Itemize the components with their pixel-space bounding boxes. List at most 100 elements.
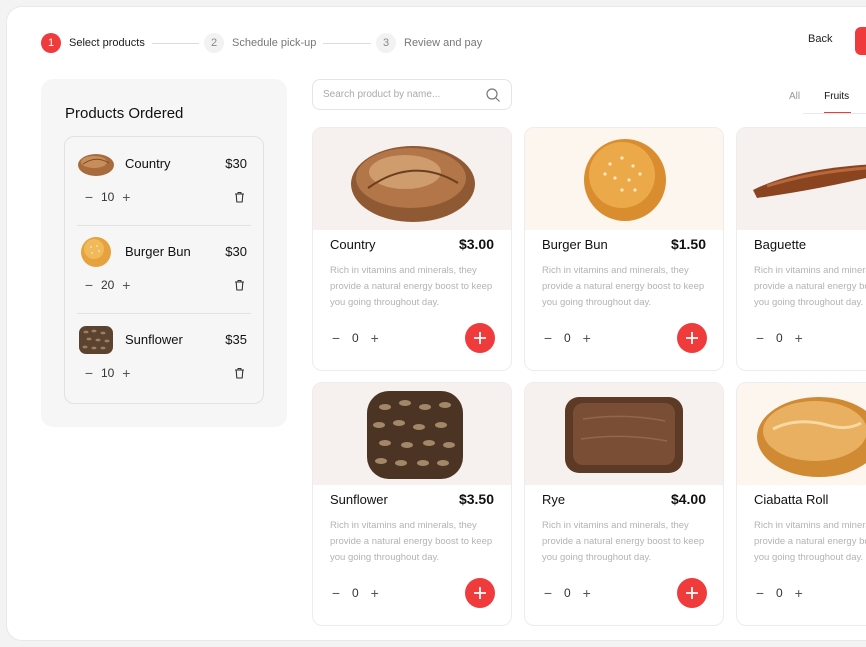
search-box [312,79,512,110]
decrease-button[interactable]: − [83,189,95,205]
delete-button[interactable] [229,363,249,383]
quantity-value: 0 [352,586,359,600]
quantity-value: 0 [564,331,571,345]
add-to-order-button[interactable] [677,578,707,608]
product-name: Ciabatta Roll [754,492,829,507]
product-image [313,128,511,230]
quantity-stepper: − 10 + [83,365,132,381]
increase-button[interactable]: + [120,277,132,293]
trash-icon [234,279,244,291]
product-image [313,383,511,485]
order-item: Sunflower $35 − 10 + [65,313,263,400]
product-name: Sunflower [330,492,388,507]
step-connector [152,43,199,44]
trash-icon [234,367,244,379]
decrease-button[interactable]: − [754,330,766,346]
search-icon[interactable] [485,87,501,103]
quantity-value: 10 [101,190,115,204]
quantity-value: 0 [564,586,571,600]
plus-icon [686,587,698,599]
delete-button[interactable] [229,187,249,207]
quantity-stepper: − 0 + [330,585,381,601]
quantity-stepper: − 0 + [754,585,805,601]
decrease-button[interactable]: − [83,277,95,293]
product-image [525,128,723,230]
decrease-button[interactable]: − [542,330,554,346]
product-description: Rich in vitamins and minerals, they prov… [330,520,493,563]
product-description: Rich in vitamins and minerals, they prov… [330,265,493,308]
filter-fruits[interactable]: Fruits [824,91,852,114]
quantity-value: 0 [352,331,359,345]
product-card: Baguette Rich in vitamins and minerals, … [736,127,866,371]
plus-icon [474,332,486,344]
product-name: Burger Bun [542,237,608,252]
increase-button[interactable]: + [369,585,381,601]
add-to-order-button[interactable] [465,323,495,353]
product-image [737,383,866,485]
next-button[interactable] [855,27,866,55]
step-number: 3 [376,33,396,53]
product-name: Country [330,237,376,252]
item-name: Burger Bun [125,244,191,259]
delete-button[interactable] [229,275,249,295]
plus-icon [686,332,698,344]
product-image [525,383,723,485]
order-list: Country $30 − 10 + Burger Bun $30 − 20 +… [64,136,264,404]
add-to-order-button[interactable] [465,578,495,608]
product-name: Baguette [754,237,807,252]
increase-button[interactable]: + [581,330,593,346]
burger-bun-icon [584,139,666,221]
increase-button[interactable]: + [120,365,132,381]
search-input[interactable] [323,89,485,100]
product-card: Ciabatta Roll Rich in vitamins and miner… [736,382,866,626]
step-schedule-pickup[interactable]: 2 Schedule pick-up [204,33,316,53]
decrease-button[interactable]: − [754,585,766,601]
decrease-button[interactable]: − [542,585,554,601]
increase-button[interactable]: + [793,330,805,346]
quantity-value: 20 [101,278,115,292]
decrease-button[interactable]: − [330,585,342,601]
filter-all[interactable]: All [789,91,800,113]
product-price: $3.50 [458,491,494,507]
step-number: 1 [41,33,61,53]
quantity-value: 0 [776,586,783,600]
item-name: Country [125,156,171,171]
quantity-stepper: − 0 + [330,330,381,346]
quantity-stepper: − 10 + [83,189,132,205]
step-select-products[interactable]: 1 Select products [41,33,145,53]
product-description: Rich in vitamins and minerals, they prov… [754,520,866,563]
item-price: $35 [225,332,247,347]
decrease-button[interactable]: − [330,330,342,346]
step-label: Review and pay [404,37,483,49]
country-bread-icon [351,146,475,222]
back-button[interactable]: Back [808,33,832,53]
increase-button[interactable]: + [793,585,805,601]
products-ordered-panel: Products Ordered Country $30 − 10 + Burg… [41,79,287,427]
product-description: Rich in vitamins and minerals, they prov… [542,520,705,563]
product-image [737,128,866,230]
filter-divider [803,113,866,114]
product-price: $3.00 [458,236,494,252]
increase-button[interactable]: + [369,330,381,346]
step-review-and-pay[interactable]: 3 Review and pay [376,33,482,53]
step-label: Select products [69,37,145,49]
item-name: Sunflower [125,332,183,347]
increase-button[interactable]: + [581,585,593,601]
step-label: Schedule pick-up [232,37,317,49]
ciabatta-roll-icon [757,397,866,477]
app-window: 1 Select products 2 Schedule pick-up 3 R… [6,6,866,641]
product-description: Rich in vitamins and minerals, they prov… [542,265,705,308]
item-price: $30 [225,156,247,171]
product-card: Burger Bun $1.50 Rich in vitamins and mi… [524,127,724,371]
product-price: $1.50 [670,236,706,252]
burger-bun-icon [81,237,111,267]
category-filters: All Fruits [789,91,852,114]
order-item: Country $30 − 10 + [65,137,263,224]
increase-button[interactable]: + [120,189,132,205]
decrease-button[interactable]: − [83,365,95,381]
order-item: Burger Bun $30 − 20 + [65,225,263,312]
add-to-order-button[interactable] [677,323,707,353]
product-card: Rye $4.00 Rich in vitamins and minerals,… [524,382,724,626]
sunflower-bread-icon [367,391,463,479]
step-connector [323,43,371,44]
